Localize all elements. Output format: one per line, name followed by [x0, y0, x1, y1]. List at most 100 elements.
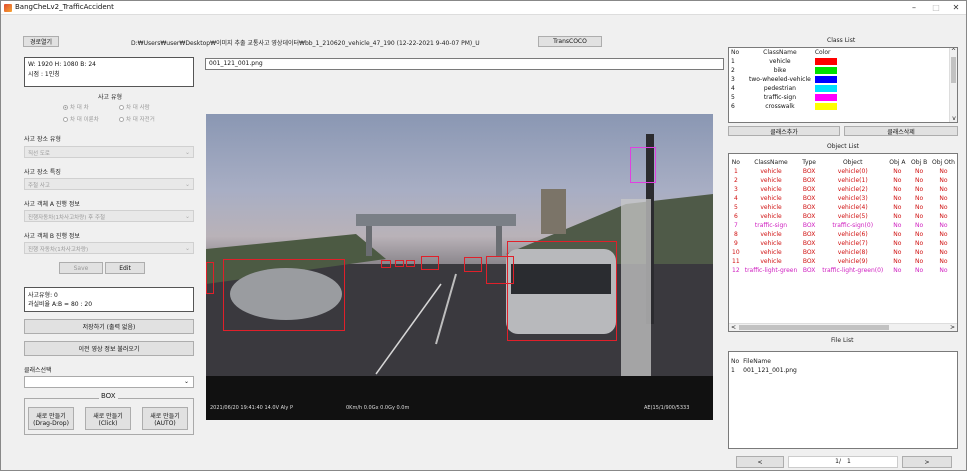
object-cell: No	[939, 240, 948, 247]
object-row[interactable]: 7 traffic-sign BOX traffic-sign(0) No No No	[729, 221, 957, 230]
load-previous-button[interactable]: 이전 영상 정보 불러오기	[24, 341, 194, 356]
select-value: 직선 도로	[28, 151, 50, 157]
new-auto-button[interactable]: 새로 만들기 (AUTO)	[142, 407, 188, 430]
class-row[interactable]: 1 vehicle	[729, 57, 843, 66]
class-select-dropdown[interactable]: ⌄	[24, 376, 194, 388]
new-drag-drop-button[interactable]: 새로 만들기 (Drag-Drop)	[28, 407, 74, 430]
object-row[interactable]: 8 vehicle BOX vehicle(6) No No No	[729, 230, 957, 239]
current-page: 1/	[835, 458, 841, 465]
class-row[interactable]: 5 traffic-sign	[729, 93, 843, 102]
object-row[interactable]: 11 vehicle BOX vehicle(9) No No No	[729, 257, 957, 266]
filename-field[interactable]: 001_121_001.png	[205, 58, 724, 70]
scroll-left-icon[interactable]: <	[731, 324, 736, 331]
radio-car-car[interactable]: 차 대 차	[63, 103, 89, 111]
object-cell: 6	[733, 213, 738, 220]
accident-type-result: 사고유형: 0	[28, 292, 58, 299]
object-cell: No	[915, 213, 924, 220]
maximize-button[interactable]: □	[926, 2, 946, 14]
object-row[interactable]: 5 vehicle BOX vehicle(4) No No No	[729, 203, 957, 212]
next-page-button[interactable]: >	[902, 456, 952, 468]
object-row[interactable]: 9 vehicle BOX vehicle(7) No No No	[729, 239, 957, 248]
bbox-vehicle[interactable]	[486, 256, 514, 284]
bbox-vehicle[interactable]	[421, 256, 439, 270]
file-row[interactable]: 1 001_121_001.png	[729, 366, 799, 375]
class-list-table[interactable]: No ClassName Color 1 vehicle 2 bike 3 two-whe…	[728, 47, 958, 123]
object-cell: No	[893, 213, 902, 220]
class-row[interactable]: 2 bike	[729, 66, 843, 75]
class-color-swatch	[813, 66, 843, 75]
scroll-thumb[interactable]	[951, 57, 956, 83]
object-row[interactable]: 1 vehicle BOX vehicle(0) No No No	[729, 167, 957, 176]
close-button[interactable]: ✕	[946, 2, 966, 14]
app-window: BangCheLv2_TrafficAccident – □ ✕ 경로열기 D:…	[0, 0, 967, 471]
radio-label: 차 대 이륜차	[70, 117, 99, 123]
column-header: Color	[814, 49, 831, 56]
bbox-vehicle[interactable]	[381, 260, 391, 268]
object-cell: 4	[733, 195, 738, 202]
class-name: bike	[773, 67, 787, 74]
file-list-table[interactable]: No FileName 1 001_121_001.png	[728, 351, 958, 449]
bbox-vehicle[interactable]	[464, 257, 482, 272]
video-timestamp: 2021/06/20 19:41:40 14.0V Aly P	[210, 405, 293, 411]
class-row[interactable]: 3 two-wheeled-vehicle	[729, 75, 843, 84]
add-class-button[interactable]: 클래스추가	[728, 126, 840, 136]
object-row[interactable]: 4 vehicle BOX vehicle(3) No No No	[729, 194, 957, 203]
save-button[interactable]: Save	[59, 262, 103, 274]
obj-a-select[interactable]: 진행자동차(1차사고차량) 후 주철 ⌄	[24, 210, 194, 222]
radio-car-person[interactable]: 차 대 사람	[119, 103, 150, 111]
image-canvas[interactable]: 2021/06/20 19:41:40 14.0V Aly P 0Km/h 0.…	[206, 114, 713, 420]
class-name: two-wheeled-vehicle	[749, 76, 811, 83]
radio-car-twowheel[interactable]: 차 대 이륜차	[63, 115, 99, 123]
button-line: (Click)	[98, 419, 118, 427]
object-list-table[interactable]: No ClassName Type Object Obj A Obj B Obj…	[728, 153, 958, 332]
object-cell: BOX	[802, 267, 816, 274]
object-row[interactable]: 6 vehicle BOX vehicle(5) No No No	[729, 212, 957, 221]
class-list-scrollbar[interactable]: ^ v	[949, 48, 957, 122]
object-row[interactable]: 3 vehicle BOX vehicle(2) No No No	[729, 185, 957, 194]
object-row[interactable]: 10 vehicle BOX vehicle(8) No No No	[729, 248, 957, 257]
place-feature-select[interactable]: 주철 사고 ⌄	[24, 178, 194, 190]
object-table-header: No ClassName Type Object Obj A Obj B Obj…	[729, 158, 957, 167]
object-row[interactable]: 2 vehicle BOX vehicle(1) No No No	[729, 176, 957, 185]
object-cell: No	[915, 240, 924, 247]
scroll-down-icon[interactable]: v	[950, 115, 957, 122]
bbox-vehicle[interactable]	[395, 260, 404, 267]
object-row[interactable]: 12 traffic-light-green BOX traffic-light-gr…	[729, 266, 957, 275]
object-cell: vehicle	[760, 240, 782, 247]
class-row[interactable]: 4 pedestrian	[729, 84, 843, 93]
column-header: Obj A	[889, 159, 906, 166]
bbox-vehicle[interactable]	[507, 241, 617, 341]
scroll-up-icon[interactable]: ^	[950, 48, 957, 55]
overpass	[356, 214, 516, 226]
class-row[interactable]: 6 crosswalk	[729, 102, 843, 111]
object-cell: vehicle(4)	[837, 204, 868, 211]
place-feature-label: 사고 장소 특징	[24, 169, 61, 176]
object-cell: BOX	[802, 186, 816, 193]
delete-class-button[interactable]: 클래스삭제	[844, 126, 958, 136]
edit-button[interactable]: Edit	[105, 262, 145, 274]
bbox-vehicle[interactable]	[206, 262, 214, 294]
obj-b-select[interactable]: 진행 자동차(1차사고차량) ⌄	[24, 242, 194, 254]
radio-car-bicycle[interactable]: 차 대 자전거	[119, 115, 155, 123]
object-cell: 10	[732, 249, 740, 256]
object-cell: 7	[733, 222, 738, 229]
object-cell: traffic-light-green(0)	[822, 267, 884, 274]
bbox-traffic-sign[interactable]	[630, 147, 656, 183]
object-cell: No	[893, 168, 902, 175]
open-folder-button[interactable]: 경로열기	[23, 36, 59, 47]
new-click-button[interactable]: 새로 만들기 (Click)	[85, 407, 131, 430]
scroll-right-icon[interactable]: >	[950, 324, 955, 331]
object-list-hscrollbar[interactable]: < >	[729, 323, 957, 331]
bbox-vehicle[interactable]	[406, 260, 415, 267]
place-type-select[interactable]: 직선 도로 ⌄	[24, 146, 194, 158]
minimize-button[interactable]: –	[904, 2, 924, 14]
save-all-button[interactable]: 저장하기 (출력 없음)	[24, 319, 194, 334]
button-line: (AUTO)	[154, 419, 176, 427]
object-cell: BOX	[802, 222, 816, 229]
class-no: 1	[731, 58, 735, 65]
scroll-thumb[interactable]	[739, 325, 889, 330]
bbox-vehicle[interactable]	[223, 259, 345, 331]
class-select-label: 클래스선택	[24, 367, 52, 374]
trans-coco-button[interactable]: TransCOCO	[538, 36, 602, 47]
prev-page-button[interactable]: <	[736, 456, 784, 468]
